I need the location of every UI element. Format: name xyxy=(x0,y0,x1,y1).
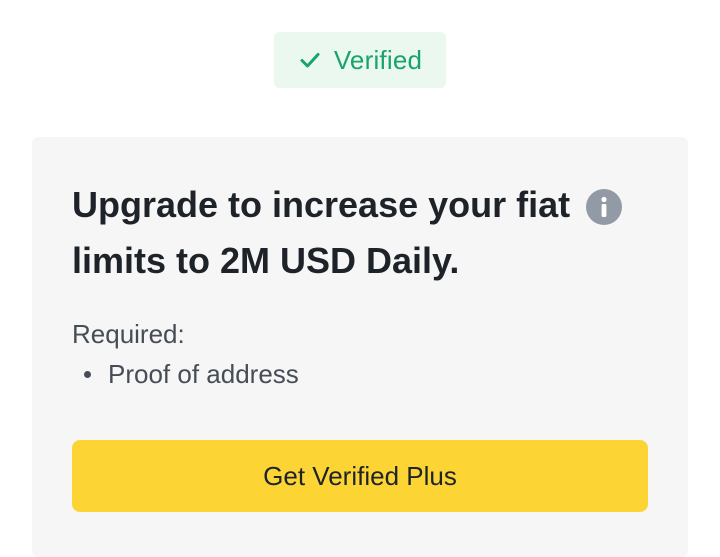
requirements-list: Proof of address xyxy=(72,359,299,390)
upgrade-card: Upgrade to increase your fiat limits to … xyxy=(32,137,688,557)
requirement-item: Proof of address xyxy=(72,359,299,390)
verified-status-badge: Verified xyxy=(274,32,446,88)
requirement-label: Proof of address xyxy=(108,359,299,389)
info-icon[interactable] xyxy=(586,189,622,225)
required-label: Required: xyxy=(72,319,185,349)
get-verified-plus-button[interactable]: Get Verified Plus xyxy=(72,440,648,512)
checkmark-icon xyxy=(298,48,322,72)
bullet-icon xyxy=(84,371,91,378)
upgrade-title: Upgrade to increase your fiat limits to … xyxy=(72,184,571,281)
verified-label: Verified xyxy=(333,44,423,75)
